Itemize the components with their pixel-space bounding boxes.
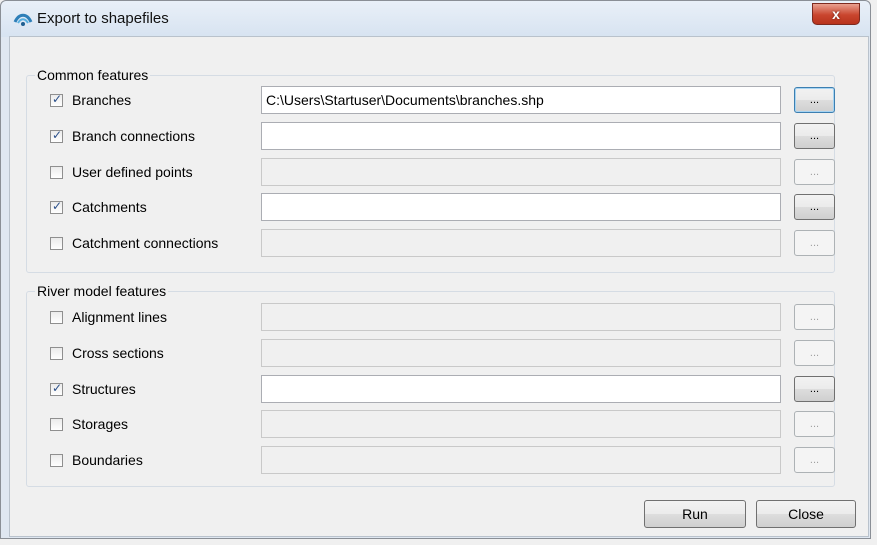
feature-row-catchment-connections: Catchment connections... xyxy=(0,229,877,259)
title-bar[interactable]: Export to shapefiles x xyxy=(1,1,870,37)
feature-row-structures: Structures... xyxy=(0,375,877,405)
label-cross-sections: Cross sections xyxy=(72,345,164,361)
browse-button-structures[interactable]: ... xyxy=(794,376,835,402)
checkbox-cross-sections[interactable] xyxy=(50,347,63,360)
path-field-catchments[interactable] xyxy=(261,193,781,221)
checkbox-user-defined-points[interactable] xyxy=(50,166,63,179)
river-model-features-legend: River model features xyxy=(37,283,167,299)
label-alignment-lines: Alignment lines xyxy=(72,309,167,325)
label-structures: Structures xyxy=(72,381,136,397)
feature-row-cross-sections: Cross sections... xyxy=(0,339,877,369)
run-button[interactable]: Run xyxy=(644,500,746,528)
feature-row-catchments: Catchments... xyxy=(0,193,877,223)
checkbox-structures[interactable] xyxy=(50,381,63,396)
close-icon[interactable]: x xyxy=(812,3,860,25)
checkbox-boundaries[interactable] xyxy=(50,454,63,467)
browse-button-boundaries[interactable]: ... xyxy=(794,447,835,473)
checkbox-alignment-lines[interactable] xyxy=(50,311,63,324)
path-field-structures[interactable] xyxy=(261,375,781,403)
path-field-branches[interactable]: C:\Users\Startuser\Documents\branches.sh… xyxy=(261,86,781,114)
label-branch-connections: Branch connections xyxy=(72,128,195,144)
label-catchment-connections: Catchment connections xyxy=(72,235,219,251)
browse-button-catchments[interactable]: ... xyxy=(794,194,835,220)
feature-row-branches: Branches C:\Users\Startuser\Documents\bra… xyxy=(0,86,877,116)
browse-button-cross-sections[interactable]: ... xyxy=(794,340,835,366)
checkbox-catchment-connections[interactable] xyxy=(50,237,63,250)
path-field-storages[interactable] xyxy=(261,410,781,438)
path-field-cross-sections[interactable] xyxy=(261,339,781,367)
feature-row-user-defined-points: User defined points... xyxy=(0,158,877,188)
checkbox-catchments[interactable] xyxy=(50,199,63,214)
path-field-branch-connections[interactable] xyxy=(261,122,781,150)
browse-button-storages[interactable]: ... xyxy=(794,411,835,437)
common-features-legend: Common features xyxy=(37,67,149,83)
browse-button-alignment-lines[interactable]: ... xyxy=(794,304,835,330)
feature-row-branch-connections: Branch connections... xyxy=(0,122,877,152)
window-title: Export to shapefiles xyxy=(37,10,169,27)
feature-row-boundaries: Boundaries... xyxy=(0,446,877,476)
label-storages: Storages xyxy=(72,416,129,432)
close-button[interactable]: Close xyxy=(756,500,856,528)
path-field-alignment-lines[interactable] xyxy=(261,303,781,331)
checkbox-storages[interactable] xyxy=(50,418,63,431)
browse-button-catchment-connections[interactable]: ... xyxy=(794,230,835,256)
dhi-wave-icon xyxy=(13,13,33,26)
feature-row-storages: Storages... xyxy=(0,410,877,440)
label-boundaries: Boundaries xyxy=(72,452,143,468)
path-field-boundaries[interactable] xyxy=(261,446,781,474)
path-field-user-defined-points[interactable] xyxy=(261,158,781,186)
path-field-catchment-connections[interactable] xyxy=(261,229,781,257)
label-catchments: Catchments xyxy=(72,199,147,215)
checkbox-branches[interactable] xyxy=(50,92,63,107)
browse-button-branch-connections[interactable]: ... xyxy=(794,123,835,149)
browse-button-branches[interactable]: ... xyxy=(794,87,835,113)
label-user-defined-points: User defined points xyxy=(72,164,193,180)
label-branches: Branches xyxy=(72,92,132,108)
browse-button-user-defined-points[interactable]: ... xyxy=(794,159,835,185)
feature-row-alignment-lines: Alignment lines... xyxy=(0,303,877,333)
checkbox-branch-connections[interactable] xyxy=(50,128,63,143)
